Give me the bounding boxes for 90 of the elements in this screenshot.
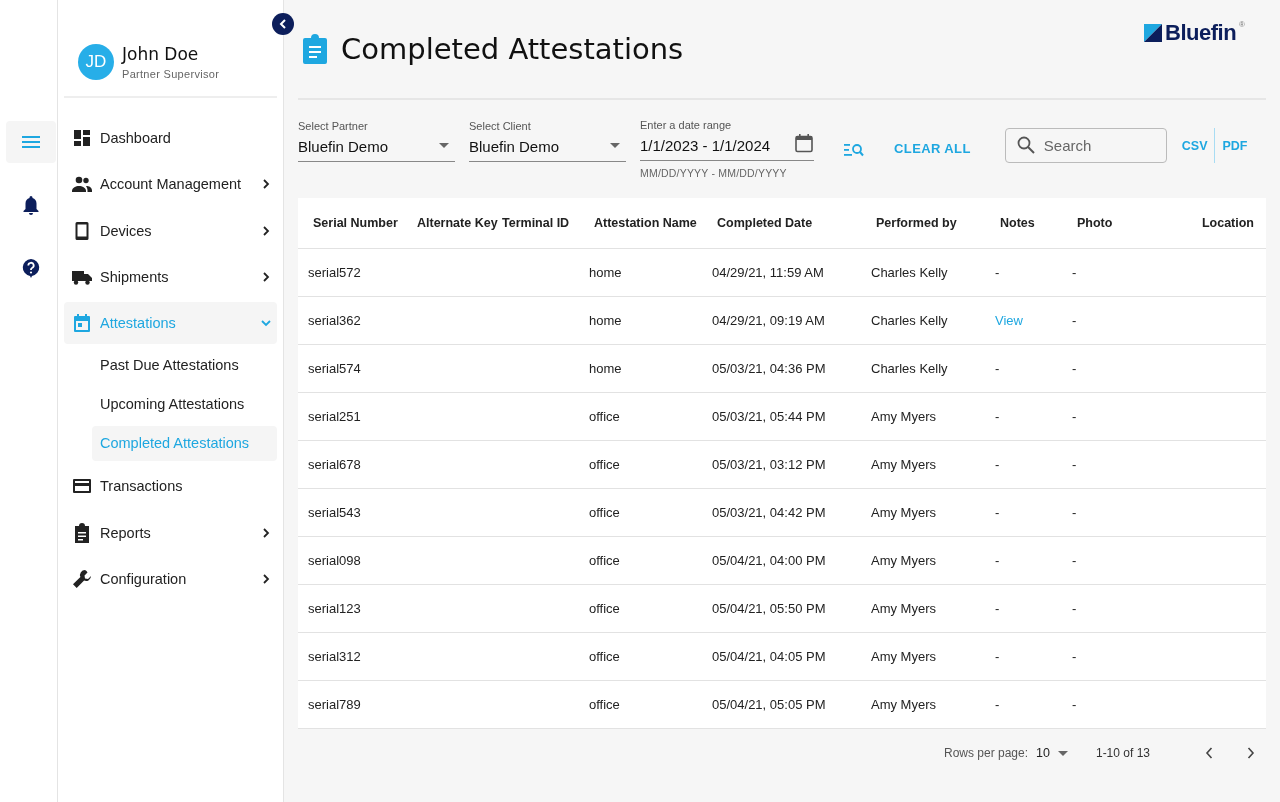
table-cell-text: serial098	[308, 553, 362, 568]
nav-item[interactable]: Devices	[64, 209, 277, 252]
table-cell-text: Charles Kelly	[871, 313, 949, 328]
table-cell: -	[995, 697, 1000, 712]
table-cell-text: Amy Myers	[871, 457, 937, 472]
table-cell-text: -	[1072, 457, 1078, 472]
table-cell-text: -	[1072, 601, 1078, 616]
table-cell: -	[995, 409, 1000, 424]
table-cell-text: -	[1072, 697, 1078, 712]
table-cell-text: serial543	[308, 505, 362, 520]
table-cell: -	[995, 457, 1000, 472]
column-header: Terminal ID	[501, 216, 571, 230]
column-header: Attestation Name	[593, 216, 698, 230]
client-select[interactable]: Select Client Bluefin Demo	[469, 120, 626, 162]
table-cell: -	[995, 505, 1000, 520]
table-cell-text: -	[1072, 505, 1078, 520]
table-cell-text: Charles Kelly	[871, 361, 949, 376]
table-cell-text: 05/03/21, 03:12 PM	[712, 457, 827, 472]
table-cell-text: home	[589, 361, 623, 376]
table-cell-text: Amy Myers	[871, 697, 937, 712]
table-cell-text: serial572	[308, 265, 362, 280]
nav-item[interactable]: Shipments	[64, 255, 277, 298]
column-header: Alternate Key	[416, 216, 497, 230]
page-range: 1-10 of 13	[1095, 746, 1150, 760]
partner-select[interactable]: Select Partner Bluefin Demo	[298, 120, 455, 162]
column-header: Location	[1200, 216, 1255, 230]
table-cell: -	[995, 265, 1000, 280]
table-cell-text: Amy Myers	[871, 601, 937, 616]
table-cell: -	[995, 649, 1000, 664]
table-cell-text: 05/03/21, 05:44 PM	[712, 409, 827, 424]
table-cell-text: 05/04/21, 04:00 PM	[712, 553, 827, 568]
user-role: Partner Supervisor	[122, 68, 220, 80]
table-cell-text: home	[589, 265, 623, 280]
table-cell-text: Charles Kelly	[871, 265, 949, 280]
column-header: Completed Date	[716, 216, 814, 230]
page-title: Completed Attestations	[341, 32, 684, 66]
table-cell-text: serial789	[308, 697, 362, 712]
table-cell-text: Amy Myers	[871, 649, 937, 664]
table-cell-text: -	[1072, 649, 1078, 664]
table-cell-text: office	[589, 553, 621, 568]
rows-per-page-select[interactable]: 10	[1036, 746, 1068, 760]
table-cell-text: -	[1072, 265, 1078, 280]
table-cell-text: serial312	[308, 649, 362, 664]
table-cell: -	[995, 361, 1000, 376]
nav-item[interactable]: Account Management	[64, 163, 277, 206]
table-cell-text: Amy Myers	[871, 505, 937, 520]
table-cell-text: serial678	[308, 457, 362, 472]
table-cell-text: 04/29/21, 11:59 AM	[712, 265, 825, 280]
table-cell-text: 05/03/21, 04:42 PM	[712, 505, 827, 520]
user-name: John Doe	[122, 44, 200, 64]
column-header: Serial Number	[312, 216, 399, 230]
table-cell: -	[995, 601, 1000, 616]
nav-item[interactable]: Configuration	[64, 558, 277, 601]
rows-per-page-label: Rows per page:	[944, 746, 1029, 760]
table-cell: -	[995, 553, 1000, 568]
nav-item[interactable]: Dashboard	[64, 117, 277, 159]
table-cell-text: serial362	[308, 313, 362, 328]
avatar: JD	[78, 44, 114, 80]
table-cell-text: office	[589, 601, 621, 616]
date-format-hint: MM/DD/YYYY - MM/DD/YYYY	[640, 167, 788, 179]
table-cell-text: office	[589, 697, 621, 712]
table-cell-text: 05/04/21, 05:05 PM	[712, 697, 827, 712]
submenu-item[interactable]: Upcoming Attestations	[92, 387, 277, 423]
column-header: Photo	[1076, 216, 1114, 230]
nav-item[interactable]: Reports	[64, 511, 277, 554]
search-field[interactable]: Search	[1004, 128, 1167, 163]
table-cell-text: -	[1072, 409, 1078, 424]
logo: Bluefin®	[1144, 20, 1245, 46]
table-cell-text: office	[589, 505, 621, 520]
date-range-field[interactable]: Enter a date range 1/1/2023 - 1/1/2024	[640, 119, 814, 161]
table-cell-text: 05/04/21, 05:50 PM	[712, 601, 827, 616]
table-cell-text: Amy Myers	[871, 553, 937, 568]
table-cell-text: -	[1072, 553, 1078, 568]
table-cell-text: serial251	[308, 409, 362, 424]
table-cell-text: home	[589, 313, 623, 328]
table-cell-text: 04/29/21, 09:19 AM	[712, 313, 826, 328]
table-cell-text: -	[1072, 313, 1078, 328]
table-cell-text: 05/03/21, 04:36 PM	[712, 361, 827, 376]
table-cell-text: -	[1072, 361, 1078, 376]
nav-item[interactable]: Transactions	[64, 465, 277, 508]
column-header: Performed by	[875, 216, 958, 230]
table-cell-text: office	[589, 409, 621, 424]
table-cell-text: 05/04/21, 04:05 PM	[712, 649, 827, 664]
table-cell-text: serial123	[308, 601, 362, 616]
submenu-item[interactable]: Past Due Attestations	[92, 348, 277, 384]
table-cell-text: Amy Myers	[871, 409, 937, 424]
table-cell-text: office	[589, 457, 621, 472]
table-cell-text: serial574	[308, 361, 362, 376]
table-cell-text: office	[589, 649, 621, 664]
column-header: Notes	[999, 216, 1036, 230]
